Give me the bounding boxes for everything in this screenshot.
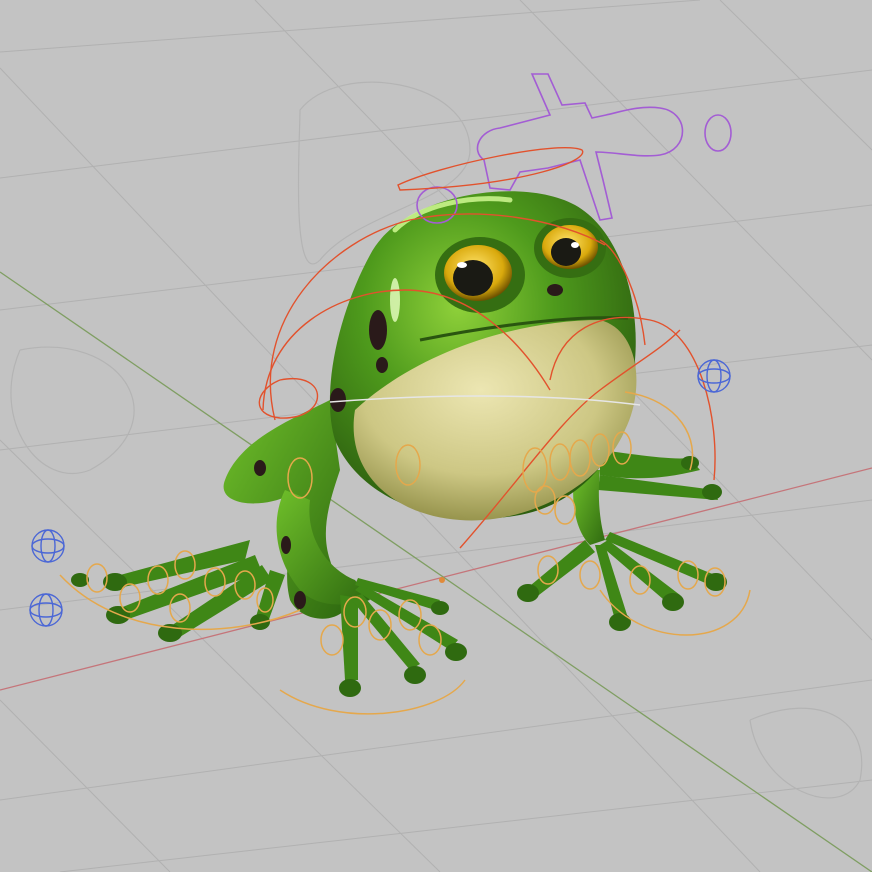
pole-target-back-right[interactable] (697, 359, 731, 393)
right-eye[interactable] (534, 218, 606, 278)
body-highlight-2 (390, 278, 400, 322)
left-eye[interactable] (435, 237, 525, 313)
pole-target-back-left[interactable] (29, 593, 63, 627)
center-leg[interactable] (276, 490, 467, 697)
frog-model[interactable] (71, 191, 727, 697)
pole-target-front-left[interactable] (31, 529, 65, 563)
viewport-canvas[interactable] (0, 0, 872, 872)
3d-viewport[interactable] (0, 0, 872, 872)
origin-dot[interactable] (439, 577, 445, 583)
